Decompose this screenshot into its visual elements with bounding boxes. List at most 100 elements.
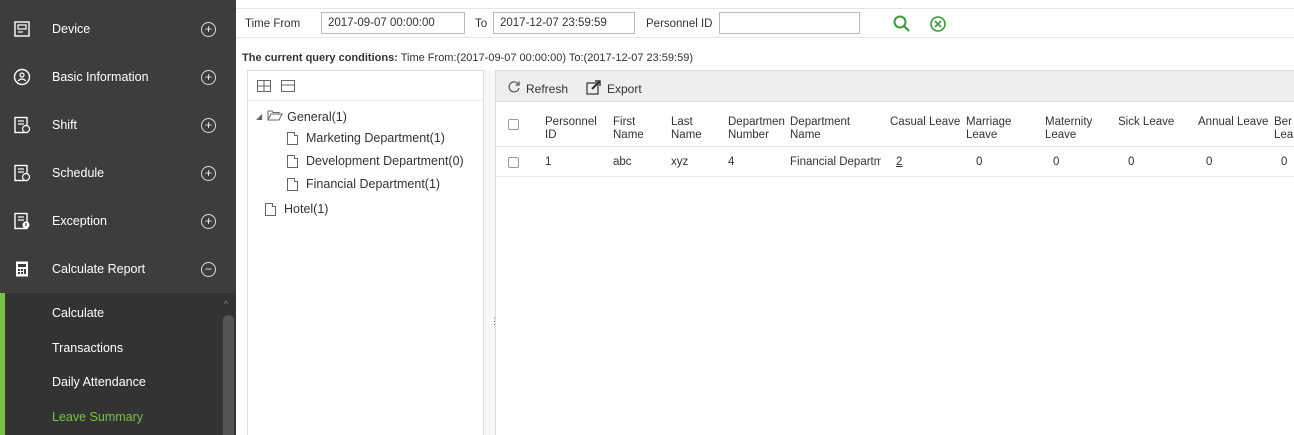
cell-personnel-id: 1 <box>545 156 552 168</box>
document-icon <box>287 154 298 168</box>
exception-icon <box>12 211 32 231</box>
cell-department-name: Financial Departm <box>790 156 881 168</box>
column-header-department-number[interactable]: Departmen Number <box>728 116 785 142</box>
tree-node-label: General(1) <box>287 109 347 124</box>
tree-node-label: Development Department(0) <box>306 154 464 168</box>
export-label: Export <box>607 82 642 96</box>
sidebar-item-label: Shift <box>52 118 78 132</box>
tree-node-financial[interactable]: Financial Department(1) <box>287 177 440 191</box>
collapse-icon[interactable]: − <box>201 261 216 277</box>
query-conditions-value: Time From:(2017-09-07 00:00:00) To:(2017… <box>400 52 693 64</box>
cell-first-name: abc <box>613 156 632 168</box>
submenu-item-calculate[interactable]: Calculate <box>52 306 104 320</box>
basic-information-icon <box>12 67 32 87</box>
sidebar-item-shift[interactable]: Shift + <box>0 101 236 149</box>
submenu-item-daily-attendance[interactable]: Daily Attendance <box>52 375 146 389</box>
device-icon <box>12 19 32 39</box>
collapse-all-icon[interactable] <box>281 80 295 92</box>
column-header-personnel-id[interactable]: Personnel ID <box>545 116 597 142</box>
sidebar-item-basic-information[interactable]: Basic Information + <box>0 53 236 101</box>
personnel-id-label: Personnel ID <box>646 18 713 30</box>
tree-expanded-arrow-icon[interactable]: ◢ <box>256 112 262 121</box>
department-tree-panel: ◢ General(1) Marketing Department(1) Dev… <box>247 70 484 435</box>
submenu-item-transactions[interactable]: Transactions <box>52 341 123 355</box>
tree-toolbar <box>248 71 483 101</box>
folder-open-icon <box>267 109 283 124</box>
sidebar-item-exception[interactable]: Exception + <box>0 197 236 245</box>
cell-sick-leave: 0 <box>1128 156 1135 168</box>
expand-icon[interactable]: + <box>201 165 216 181</box>
cell-marriage-leave: 0 <box>976 156 983 168</box>
tree-node-hotel[interactable]: Hotel(1) <box>265 202 328 216</box>
grid-header-row: Personnel ID First Name Last Name Departmen… <box>496 102 1294 147</box>
expand-icon[interactable]: + <box>201 69 216 85</box>
export-button[interactable]: Export <box>586 80 642 98</box>
cell-annual-leave: 0 <box>1206 156 1213 168</box>
tree-node-label: Financial Department(1) <box>306 177 441 191</box>
filter-bar: Time From To Personnel ID <box>236 8 1294 38</box>
submenu-scrollbar[interactable]: ^ <box>222 297 234 435</box>
document-icon <box>265 202 276 216</box>
column-header-bereavement-leave[interactable]: Ber Lea <box>1274 116 1293 142</box>
column-header-annual-leave[interactable]: Annual Leave <box>1198 116 1268 129</box>
tree-node-development[interactable]: Development Department(0) <box>287 154 464 168</box>
to-label: To <box>475 18 488 30</box>
schedule-icon <box>12 163 32 183</box>
sidebar-item-label: Calculate Report <box>52 262 146 276</box>
table-row[interactable]: 1 abc xyz 4 Financial Departm 2 0 0 0 0 … <box>496 147 1294 177</box>
tree-node-marketing[interactable]: Marketing Department(1) <box>287 131 445 145</box>
scroll-up-icon[interactable]: ^ <box>224 299 228 309</box>
refresh-icon <box>507 80 521 97</box>
tree-node-general[interactable]: ◢ General(1) <box>256 109 347 124</box>
sidebar-item-device[interactable]: Device + <box>0 5 236 53</box>
column-header-last-name[interactable]: Last Name <box>671 116 702 142</box>
search-icon[interactable] <box>892 14 912 34</box>
column-header-maternity-leave[interactable]: Maternity Leave <box>1045 116 1092 142</box>
column-header-sick-leave[interactable]: Sick Leave <box>1118 116 1174 129</box>
time-from-input[interactable] <box>321 12 465 34</box>
time-to-input[interactable] <box>493 12 635 34</box>
refresh-button[interactable]: Refresh <box>507 80 568 97</box>
submenu-item-leave-summary[interactable]: Leave Summary <box>52 410 143 424</box>
cell-bereavement-leave: 0 <box>1281 156 1288 168</box>
sidebar-item-label: Schedule <box>52 166 105 180</box>
query-conditions-label: The current query conditions: <box>242 52 398 64</box>
sidebar-item-label: Basic Information <box>52 70 149 84</box>
sidebar: Device + Basic Information + Shift + Sch… <box>0 0 236 435</box>
tree-node-label: Marketing Department(1) <box>306 131 445 145</box>
expand-all-icon[interactable] <box>257 80 271 92</box>
document-icon <box>287 131 298 145</box>
sidebar-item-label: Device <box>52 22 91 36</box>
sidebar-item-label: Exception <box>52 214 107 228</box>
column-header-department-name[interactable]: Department Name <box>790 116 850 142</box>
tree-node-label: Hotel(1) <box>284 202 329 216</box>
sidebar-item-schedule[interactable]: Schedule + <box>0 149 236 197</box>
query-conditions: The current query conditions: Time From:… <box>242 52 693 64</box>
expand-icon[interactable]: + <box>201 213 216 229</box>
shift-icon <box>12 115 32 135</box>
expand-icon[interactable]: + <box>201 117 216 133</box>
time-from-label: Time From <box>245 18 301 30</box>
calculate-report-icon <box>12 259 32 279</box>
export-icon <box>586 80 602 98</box>
expand-icon[interactable]: + <box>201 21 216 37</box>
column-header-casual-leave[interactable]: Casual Leave <box>890 116 960 129</box>
cell-maternity-leave: 0 <box>1053 156 1060 168</box>
grid-toolbar: Refresh Export <box>496 70 1294 102</box>
calculate-report-submenu: Calculate Transactions Daily Attendance … <box>0 293 236 435</box>
cell-casual-leave-link[interactable]: 2 <box>896 156 902 168</box>
cell-last-name: xyz <box>671 156 689 168</box>
leave-summary-grid: Refresh Export Personnel ID First Name Las… <box>496 70 1294 435</box>
personnel-id-input[interactable] <box>719 12 860 34</box>
document-icon <box>287 177 298 191</box>
column-header-first-name[interactable]: First Name <box>613 116 644 142</box>
panel-splitter[interactable]: ⋮ <box>484 70 499 435</box>
row-checkbox[interactable] <box>508 157 519 168</box>
select-all-checkbox[interactable] <box>508 119 519 130</box>
clear-icon[interactable] <box>928 14 948 34</box>
sidebar-item-calculate-report[interactable]: Calculate Report − <box>0 245 236 293</box>
refresh-label: Refresh <box>526 81 569 96</box>
cell-department-number: 4 <box>728 156 735 168</box>
scrollbar-thumb[interactable] <box>223 315 234 435</box>
column-header-marriage-leave[interactable]: Marriage Leave <box>966 116 1011 142</box>
